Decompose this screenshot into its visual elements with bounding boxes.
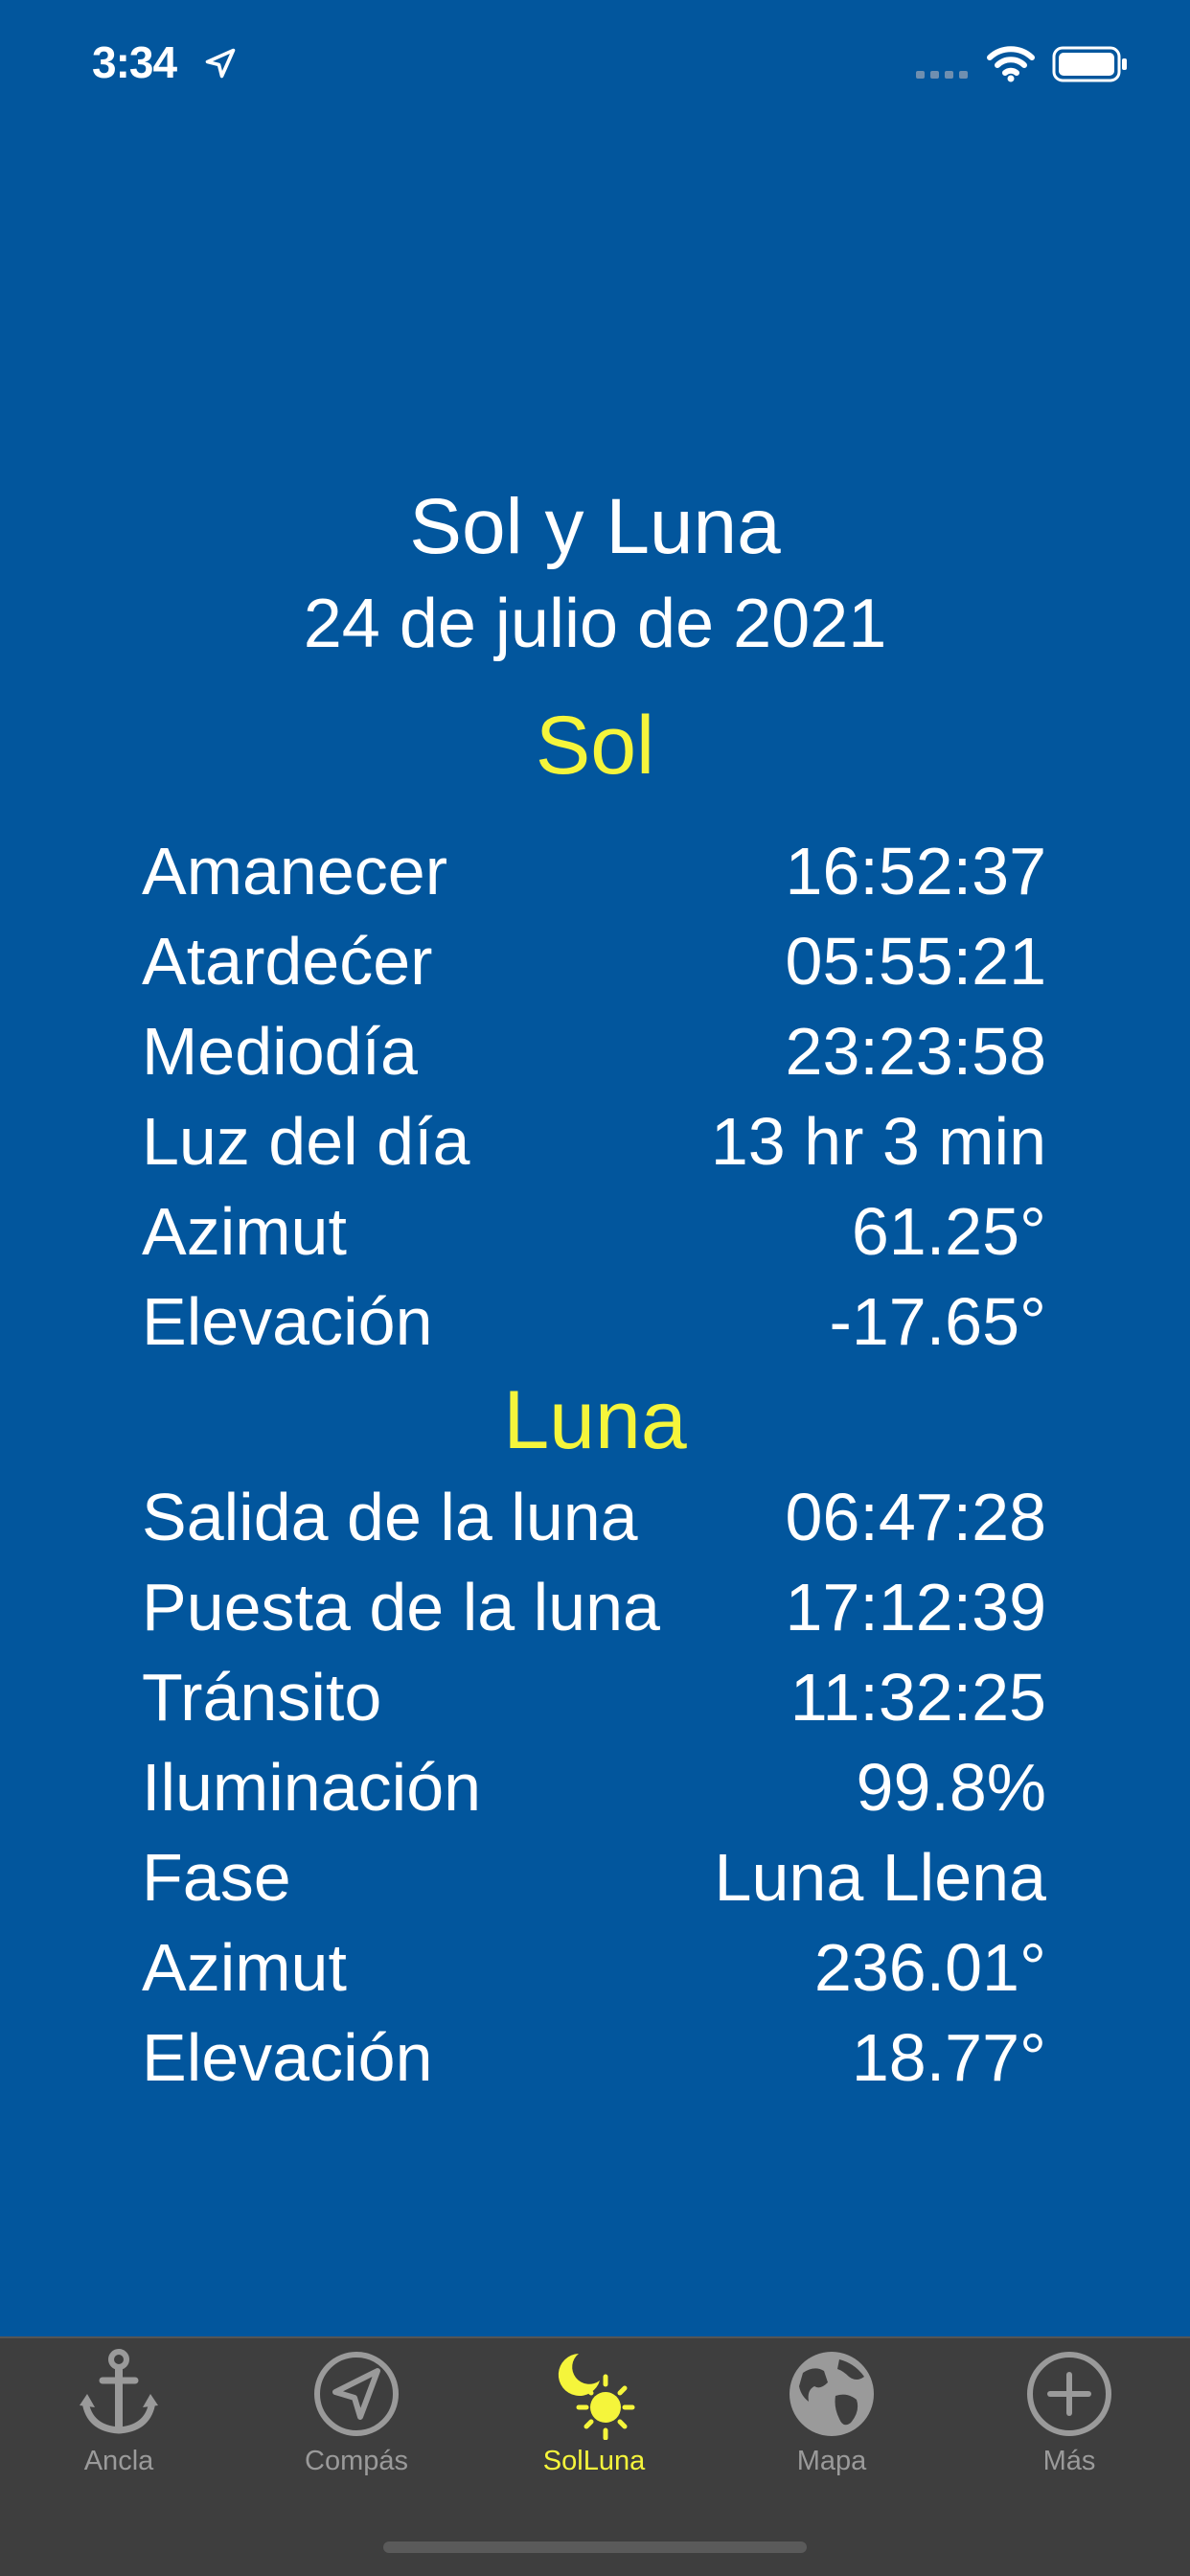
- row-label: Fase: [142, 1840, 291, 1915]
- sun-elevation-row: Elevación -17.65°: [142, 1276, 1046, 1367]
- row-label: Mediodía: [142, 1014, 418, 1089]
- row-value: 236.01°: [813, 1930, 1046, 2005]
- row-label: Iluminación: [142, 1750, 482, 1825]
- tab-bar: Ancla Compás SolLuna Mapa Más: [0, 2336, 1190, 2576]
- row-label: Amanecer: [142, 834, 448, 908]
- row-value: 05:55:21: [785, 924, 1046, 999]
- row-label: Tránsito: [142, 1660, 382, 1735]
- row-label: Azimut: [142, 1930, 347, 2005]
- tab-label: SolLuna: [542, 2446, 646, 2476]
- row-label: Azimut: [142, 1194, 347, 1269]
- row-value: 13 hr 3 min: [710, 1104, 1046, 1179]
- sunrise-row: Amanecer 16:52:37: [142, 826, 1046, 916]
- row-label: Elevación: [142, 1284, 433, 1359]
- sunset-row: Atardećer 05:55:21: [142, 916, 1046, 1006]
- sun-moon-icon: [558, 2354, 635, 2440]
- row-label: Elevación: [142, 2020, 433, 2095]
- page-title: Sol y Luna: [409, 483, 781, 570]
- compass-icon: [314, 2352, 399, 2436]
- wifi-icon: [987, 46, 1035, 82]
- tab-ancla[interactable]: Ancla: [0, 2348, 238, 2501]
- row-value: 18.77°: [851, 2020, 1046, 2095]
- home-indicator: [383, 2542, 807, 2553]
- row-value: 16:52:37: [785, 834, 1046, 908]
- cellular-signal-icon: [916, 71, 968, 79]
- plus-circle-icon: [1027, 2352, 1111, 2436]
- row-value: 23:23:58: [785, 1014, 1046, 1089]
- sun-section-heading: Sol: [535, 700, 655, 792]
- sun-azimuth-row: Azimut 61.25°: [142, 1186, 1046, 1276]
- battery-icon: [1052, 46, 1127, 82]
- tab-mapa[interactable]: Mapa: [713, 2348, 950, 2501]
- moon-illumination-row: Iluminación 99.8%: [142, 1742, 1046, 1832]
- row-label: Salida de la luna: [142, 1480, 638, 1554]
- status-time: 3:34: [92, 37, 177, 87]
- daylight-row: Luz del día 13 hr 3 min: [142, 1096, 1046, 1186]
- status-bar: 3:34: [0, 0, 1190, 126]
- row-value: 99.8%: [856, 1750, 1046, 1825]
- row-value: 17:12:39: [785, 1570, 1046, 1644]
- anchor-icon: [80, 2349, 158, 2434]
- tab-label: Compás: [305, 2446, 408, 2476]
- tab-label: Más: [1042, 2446, 1096, 2476]
- moon-data-list: Salida de la luna 06:47:28 Puesta de la …: [142, 1472, 1046, 2103]
- moonrise-row: Salida de la luna 06:47:28: [142, 1472, 1046, 1562]
- tab-mas[interactable]: Más: [950, 2348, 1188, 2501]
- globe-icon: [790, 2352, 874, 2436]
- row-label: Atardećer: [142, 924, 433, 999]
- date-label: 24 de julio de 2021: [303, 586, 887, 662]
- moon-phase-row: Fase Luna Llena: [142, 1832, 1046, 1922]
- moon-transit-row: Tránsito 11:32:25: [142, 1652, 1046, 1742]
- row-value: 61.25°: [851, 1194, 1046, 1269]
- moonset-row: Puesta de la luna 17:12:39: [142, 1562, 1046, 1652]
- row-value: 06:47:28: [785, 1480, 1046, 1554]
- sun-data-list: Amanecer 16:52:37 Atardećer 05:55:21 Med…: [142, 826, 1046, 1367]
- row-label: Luz del día: [142, 1104, 470, 1179]
- row-value: -17.65°: [829, 1284, 1046, 1359]
- row-label: Puesta de la luna: [142, 1570, 660, 1644]
- row-value: 11:32:25: [790, 1660, 1046, 1735]
- sun-moon-screen: 3:34 Sol y Luna 24 de julio de 2021 Sol …: [0, 0, 1190, 2576]
- tab-label: Ancla: [83, 2446, 154, 2476]
- tab-compas[interactable]: Compás: [238, 2348, 475, 2501]
- solar-noon-row: Mediodía 23:23:58: [142, 1006, 1046, 1096]
- moon-elevation-row: Elevación 18.77°: [142, 2012, 1046, 2103]
- tab-solluna[interactable]: SolLuna: [475, 2348, 713, 2501]
- row-value: Luna Llena: [714, 1840, 1046, 1915]
- moon-section-heading: Luna: [503, 1374, 687, 1466]
- moon-azimuth-row: Azimut 236.01°: [142, 1922, 1046, 2012]
- tab-label: Mapa: [796, 2446, 867, 2476]
- location-arrow-icon: [205, 48, 236, 79]
